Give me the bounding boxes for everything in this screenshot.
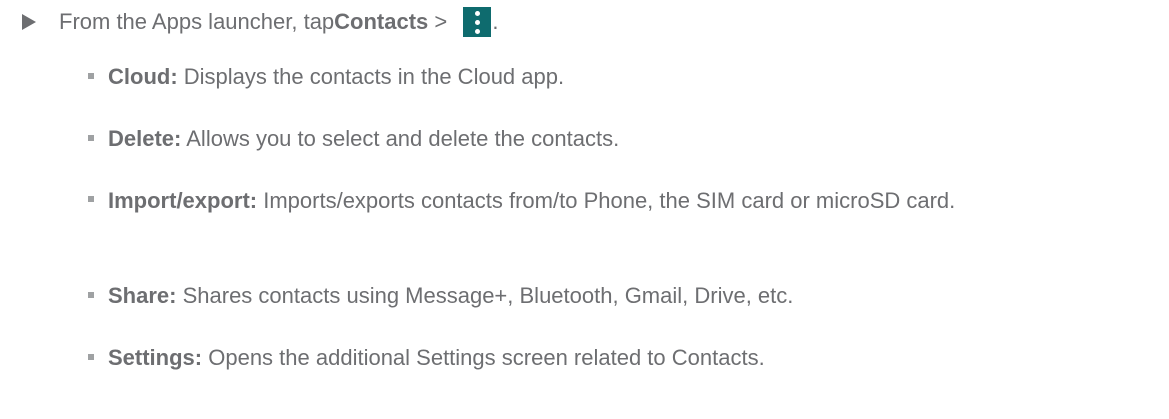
square-bullet-icon bbox=[88, 354, 94, 360]
item-term: Share: bbox=[108, 283, 177, 308]
list-item: Settings: Opens the additional Settings … bbox=[108, 345, 1158, 371]
square-bullet-icon bbox=[88, 73, 94, 79]
item-text: Shares contacts using Message+, Bluetoot… bbox=[176, 283, 794, 308]
item-term: Delete: bbox=[108, 126, 182, 151]
item-term: Settings: bbox=[108, 345, 203, 370]
item-term: Import/export: bbox=[108, 188, 258, 213]
list-item: Cloud: Displays the contacts in the Clou… bbox=[108, 64, 1158, 90]
list-item: Share: Shares contacts using Message+, B… bbox=[108, 283, 1158, 309]
item-text: Imports/exports contacts from/to Phone, … bbox=[257, 188, 956, 213]
item-term: Cloud: bbox=[108, 64, 178, 89]
item-text: Displays the contacts in the Cloud app. bbox=[177, 64, 565, 89]
item-text: Allows you to select and delete the cont… bbox=[181, 126, 620, 151]
square-bullet-icon bbox=[88, 292, 94, 298]
item-text: Opens the additional Settings screen rel… bbox=[202, 345, 765, 370]
square-bullet-icon bbox=[88, 135, 94, 141]
list-item: Delete: Allows you to select and delete … bbox=[108, 126, 1158, 152]
list-item: Import/export: Imports/exports contacts … bbox=[108, 187, 1158, 215]
options-list: Cloud: Displays the contacts in the Clou… bbox=[0, 0, 1169, 419]
square-bullet-icon bbox=[88, 196, 94, 202]
